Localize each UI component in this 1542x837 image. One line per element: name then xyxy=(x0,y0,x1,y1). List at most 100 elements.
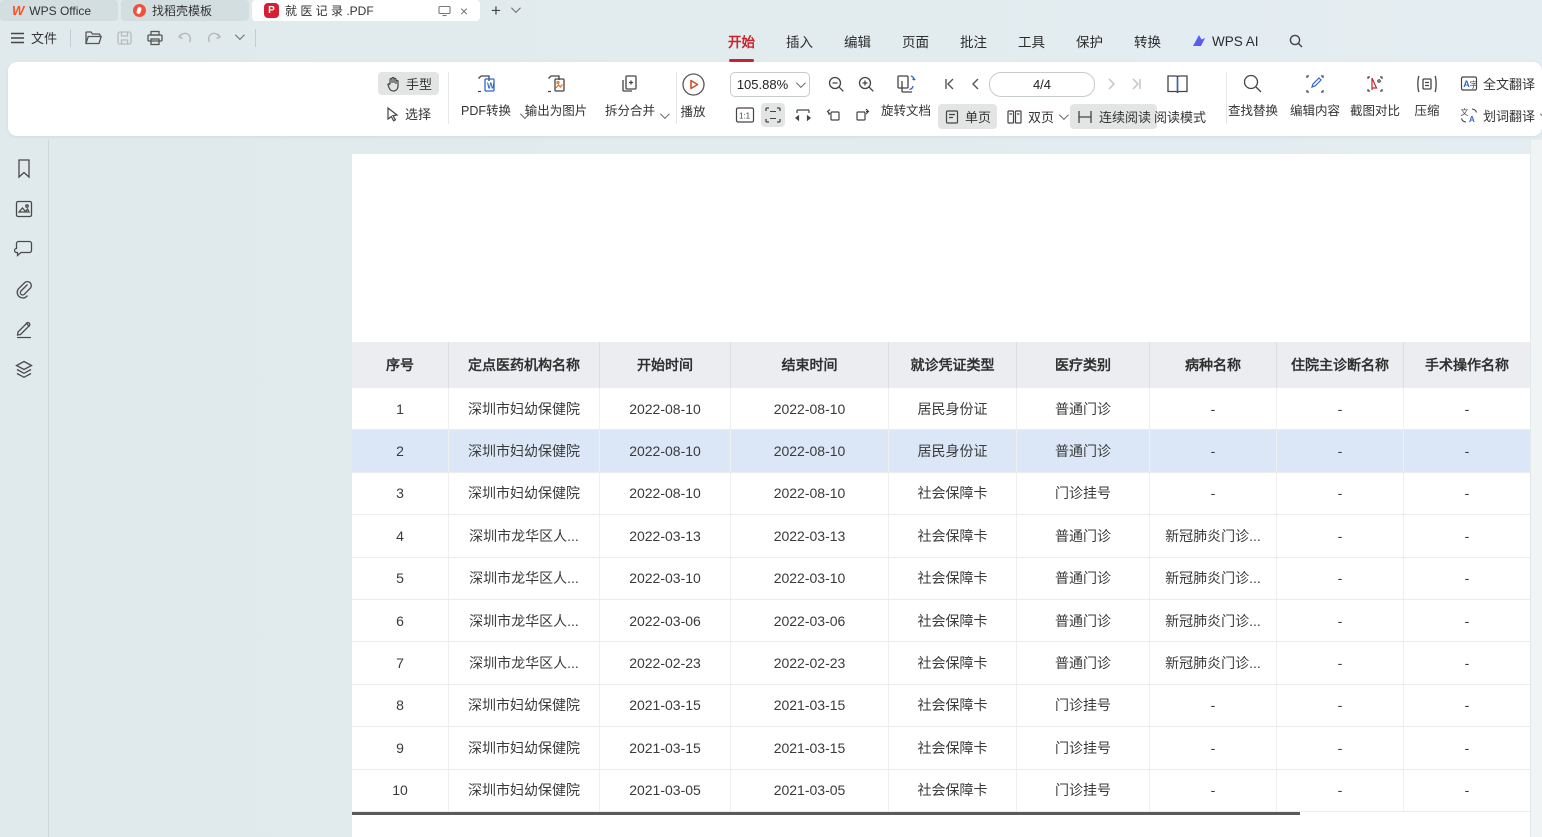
table-cell: 2021-03-05 xyxy=(600,770,731,811)
tab-list-chevron-icon[interactable] xyxy=(511,3,521,13)
table-cell: 8 xyxy=(352,685,449,726)
continuous-read-button[interactable]: 连续阅读 xyxy=(1070,104,1157,129)
tab-label: 就 医 记 录 .PDF xyxy=(285,2,374,19)
play-label: 播放 xyxy=(680,101,705,120)
previous-page-button[interactable] xyxy=(969,77,981,91)
menu-edit[interactable]: 编辑 xyxy=(843,27,872,55)
table-cell: - xyxy=(1150,388,1277,429)
tab-docer-templates[interactable]: 找稻壳模板 xyxy=(121,0,249,21)
pdf-page[interactable]: 序号定点医药机构名称开始时间结束时间就诊凭证类型医疗类别病种名称住院主诊断名称手… xyxy=(352,154,1530,837)
signature-icon[interactable] xyxy=(13,317,36,340)
last-page-button[interactable] xyxy=(1130,77,1144,91)
save-icon xyxy=(116,30,133,46)
wps-logo-icon: W xyxy=(12,3,23,18)
tab-wps-office[interactable]: W WPS Office xyxy=(0,0,118,21)
export-image-button[interactable]: 输出为图片 xyxy=(513,72,599,119)
rotate-right-button[interactable] xyxy=(851,104,875,126)
bookmark-icon[interactable] xyxy=(13,157,36,180)
rotate-left-button[interactable] xyxy=(821,104,845,126)
new-tab-button[interactable]: + xyxy=(491,1,501,21)
file-menu-label: 文件 xyxy=(31,28,57,47)
table-cell: 深圳市龙华区人... xyxy=(449,600,600,641)
menu-insert[interactable]: 插入 xyxy=(785,27,814,55)
comment-icon[interactable] xyxy=(13,237,36,260)
menu-protect[interactable]: 保护 xyxy=(1075,27,1104,55)
hand-tool-button[interactable]: 手型 xyxy=(378,72,439,95)
zoom-level-select[interactable]: 105.88% xyxy=(730,72,810,97)
read-mode-button[interactable]: 阅读模式 xyxy=(1148,104,1212,129)
table-row: 9深圳市妇幼保健院2021-03-152021-03-15社会保障卡门诊挂号--… xyxy=(352,727,1530,769)
undo-button[interactable] xyxy=(177,30,193,45)
tab-bar: W WPS Office 找稻壳模板 P 就 医 记 录 .PDF × + xyxy=(0,0,1542,21)
thumbnail-icon[interactable] xyxy=(13,197,36,220)
redo-icon xyxy=(206,30,222,45)
close-icon[interactable]: × xyxy=(460,3,468,19)
table-cell: - xyxy=(1150,430,1277,471)
compress-button[interactable]: 压缩 xyxy=(1404,72,1450,119)
redo-button[interactable] xyxy=(206,30,222,45)
page-number-input[interactable]: 4/4 xyxy=(989,72,1095,97)
fit-page-button[interactable] xyxy=(761,103,785,127)
menu-search-button[interactable] xyxy=(1288,33,1304,49)
pdf-convert-icon: W xyxy=(474,72,498,96)
menu-tools[interactable]: 工具 xyxy=(1017,27,1046,55)
save-button[interactable] xyxy=(116,30,133,46)
tab-document-pdf[interactable]: P 就 医 记 录 .PDF × xyxy=(252,0,480,21)
first-page-button[interactable] xyxy=(942,77,956,91)
table-cell: - xyxy=(1150,770,1277,811)
table-cell: 2022-08-10 xyxy=(731,473,889,514)
edit-content-button[interactable]: 编辑内容 xyxy=(1284,72,1346,119)
table-cell: 社会保障卡 xyxy=(889,558,1017,599)
monitor-icon[interactable] xyxy=(438,5,451,17)
double-page-icon xyxy=(1006,109,1023,125)
menu-page[interactable]: 页面 xyxy=(901,27,930,55)
table-header-row: 序号定点医药机构名称开始时间结束时间就诊凭证类型医疗类别病种名称住院主诊断名称手… xyxy=(352,342,1530,388)
table-row: 6深圳市龙华区人...2022-03-062022-03-06社会保障卡普通门诊… xyxy=(352,600,1530,642)
double-page-button[interactable]: 双页 xyxy=(1000,104,1072,129)
fit-width-button[interactable] xyxy=(791,104,815,126)
play-button[interactable]: 播放 xyxy=(670,72,716,120)
file-menu-button[interactable]: 文件 xyxy=(10,28,57,47)
menu-annotate[interactable]: 批注 xyxy=(959,27,988,55)
left-sidebar xyxy=(0,140,49,837)
folder-open-icon xyxy=(84,30,103,46)
screenshot-compare-button[interactable]: 截图对比 xyxy=(1344,72,1406,119)
print-button[interactable] xyxy=(146,30,164,46)
menu-home[interactable]: 开始 xyxy=(727,27,756,55)
rotate-document-button[interactable]: 旋转文档 xyxy=(873,72,939,119)
toolbar-more-chevron-icon[interactable] xyxy=(235,30,245,40)
table-cell: 社会保障卡 xyxy=(889,727,1017,768)
rotate-document-icon xyxy=(893,72,919,96)
table-cell: - xyxy=(1150,473,1277,514)
table-cell: 新冠肺炎门诊... xyxy=(1150,558,1277,599)
table-cell: 深圳市妇幼保健院 xyxy=(449,770,600,811)
word-translation-button[interactable]: 文A 划词翻译 xyxy=(1454,103,1542,128)
table-cell: 2022-02-23 xyxy=(600,642,731,683)
menu-convert[interactable]: 转换 xyxy=(1133,27,1162,55)
table-row: 8深圳市妇幼保健院2021-03-152021-03-15社会保障卡门诊挂号--… xyxy=(352,685,1530,727)
word-translation-icon: 文A xyxy=(1460,107,1478,124)
table-cell: 新冠肺炎门诊... xyxy=(1150,515,1277,556)
table-cell: 普通门诊 xyxy=(1017,388,1150,429)
actual-size-button[interactable]: 1:1 xyxy=(733,104,757,126)
table-cell: - xyxy=(1277,600,1404,641)
zoom-out-button[interactable] xyxy=(827,75,846,94)
split-merge-button[interactable]: 拆分合并 xyxy=(591,72,669,119)
wps-window: W WPS Office 找稻壳模板 P 就 医 记 录 .PDF × + xyxy=(0,0,1542,837)
full-translation-button[interactable]: A字 全文翻译 xyxy=(1454,71,1541,96)
table-cell: - xyxy=(1277,430,1404,471)
single-page-button[interactable]: 单页 xyxy=(938,104,997,129)
find-replace-button[interactable]: 查找替换 xyxy=(1222,72,1284,119)
attachment-icon[interactable] xyxy=(13,277,36,300)
layers-icon[interactable] xyxy=(13,357,36,380)
open-file-button[interactable] xyxy=(84,30,103,46)
select-tool-button[interactable]: 选择 xyxy=(378,102,438,125)
table-cell: 2022-08-10 xyxy=(600,388,731,429)
next-page-button[interactable] xyxy=(1106,77,1118,91)
vertical-scrollbar[interactable] xyxy=(1530,140,1542,837)
screenshot-compare-label: 截图对比 xyxy=(1350,100,1400,119)
export-image-icon xyxy=(544,72,568,96)
screenshot-compare-icon xyxy=(1363,72,1387,96)
menu-wps-ai[interactable]: WPS AI xyxy=(1191,34,1259,49)
svg-text:字: 字 xyxy=(1470,80,1478,90)
